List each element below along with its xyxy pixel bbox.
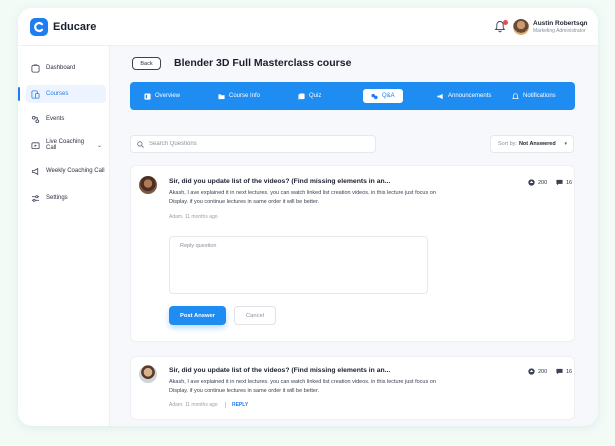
sidebar-item-courses[interactable]: Courses	[26, 85, 106, 103]
chevron-down-icon: ▾	[564, 141, 567, 147]
question-meta: Adam. 11 months ago REPLY	[169, 402, 249, 408]
logo-icon	[30, 18, 48, 36]
megaphone-icon	[437, 93, 443, 99]
sort-label: Sort by:	[498, 141, 517, 147]
chevron-down-icon[interactable]: ⌄	[97, 142, 102, 149]
upvote-icon	[528, 179, 535, 186]
quiz-icon	[298, 92, 305, 100]
post-answer-button[interactable]: Post Answer	[169, 306, 226, 325]
tab-course-info[interactable]: Course Info	[218, 89, 260, 103]
courses-icon	[31, 89, 40, 99]
sort-value: Not Answered	[518, 141, 556, 147]
sidebar-item-label: Weekly Coaching Call	[46, 168, 105, 174]
tab-label: Quiz	[309, 93, 322, 99]
tab-quiz[interactable]: Quiz	[298, 89, 321, 103]
question-body: Akash, I ave explained it in next lectur…	[169, 190, 436, 205]
sidebar-item-weekly-coaching-call[interactable]: Weekly Coaching Call	[26, 162, 106, 180]
search-icon	[137, 140, 144, 148]
reply-link[interactable]: REPLY	[224, 402, 249, 408]
comment-icon	[556, 368, 563, 375]
sidebar-item-label: Dashboard	[46, 65, 76, 71]
sidebar-item-events[interactable]: Events	[26, 110, 106, 128]
qa-icon	[371, 93, 378, 99]
folder-icon	[218, 93, 225, 99]
comment-icon	[556, 179, 563, 186]
cancel-button[interactable]: Cancel	[234, 306, 276, 325]
app-name: Educare	[53, 21, 97, 33]
votes-count: 200	[538, 368, 548, 375]
sidebar-item-label: Live Coaching Call	[46, 139, 85, 151]
question-card: Sir, did you update list of the videos? …	[130, 356, 575, 420]
sidebar-item-label: Settings	[46, 195, 68, 201]
user-avatar[interactable]	[513, 19, 529, 35]
sidebar-item-live-coaching-call[interactable]: Live Coaching Call ⌄	[26, 136, 106, 154]
course-tabs: Overview Course Info Quiz Q&A Announceme…	[130, 82, 575, 110]
logo[interactable]: Educare	[30, 18, 96, 36]
tab-label: Announcements	[448, 93, 492, 99]
votes-stat[interactable]: 200	[528, 179, 547, 186]
notification-bell-icon[interactable]	[494, 20, 508, 34]
question-title[interactable]: Sir, did you update list of the videos? …	[169, 367, 390, 374]
events-icon	[31, 115, 40, 123]
tab-label: Overview	[155, 93, 181, 99]
votes-count: 200	[538, 179, 548, 186]
sidebar-item-label: Courses	[46, 91, 69, 97]
search-box	[130, 135, 376, 153]
question-body: Akash, I ave explained it in next lectur…	[169, 379, 436, 394]
avatar	[139, 365, 157, 383]
question-meta: Adam. 11 months ago	[169, 214, 218, 220]
comments-stat[interactable]: 16	[556, 179, 572, 186]
overview-icon	[144, 92, 151, 100]
app-window: Educare Austin Robertson Marketing Admin…	[18, 8, 598, 426]
search-input[interactable]	[149, 141, 359, 147]
comments-count: 16	[566, 368, 573, 375]
bell-icon	[512, 92, 519, 99]
question-meta-text: Adam. 11 months ago	[169, 402, 218, 408]
user-role: Marketing Administrator	[533, 28, 586, 34]
comments-stat[interactable]: 16	[556, 368, 572, 375]
votes-stat[interactable]: 200	[528, 368, 547, 375]
sidebar: Dashboard Courses Events Live Coaching C…	[18, 46, 110, 426]
question-title[interactable]: Sir, did you update list of the videos? …	[169, 178, 390, 185]
tab-notifications[interactable]: Notifications	[512, 89, 556, 103]
reply-textarea[interactable]	[169, 236, 428, 294]
notification-dot	[503, 20, 508, 25]
sidebar-item-settings[interactable]: Settings	[26, 189, 106, 207]
question-card: Sir, did you update list of the videos? …	[130, 165, 575, 342]
tab-label: Course Info	[229, 93, 261, 99]
tab-qa[interactable]: Q&A	[363, 89, 403, 103]
upvote-icon	[528, 368, 535, 375]
dashboard-icon	[31, 63, 40, 73]
comments-count: 16	[566, 179, 573, 186]
avatar	[139, 176, 157, 194]
user-menu-chevron-down-icon[interactable]: ▾	[581, 22, 584, 29]
megaphone-icon	[31, 167, 39, 175]
sidebar-item-dashboard[interactable]: Dashboard	[26, 59, 106, 77]
sidebar-item-label: Events	[46, 116, 65, 122]
page-title: Blender 3D Full Masterclass course	[174, 57, 352, 69]
tab-label: Q&A	[382, 93, 395, 99]
video-icon	[31, 141, 40, 149]
top-bar: Educare Austin Robertson Marketing Admin…	[18, 8, 598, 46]
active-indicator	[18, 87, 20, 101]
user-name[interactable]: Austin Robertson	[533, 20, 588, 27]
settings-icon	[31, 194, 40, 202]
tab-announcements[interactable]: Announcements	[437, 89, 491, 103]
sort-select[interactable]: Sort by: Not Answered ▾	[490, 135, 574, 153]
back-button[interactable]: Back	[132, 57, 161, 70]
tab-label: Notifications	[523, 93, 556, 99]
tab-overview[interactable]: Overview	[144, 89, 180, 103]
